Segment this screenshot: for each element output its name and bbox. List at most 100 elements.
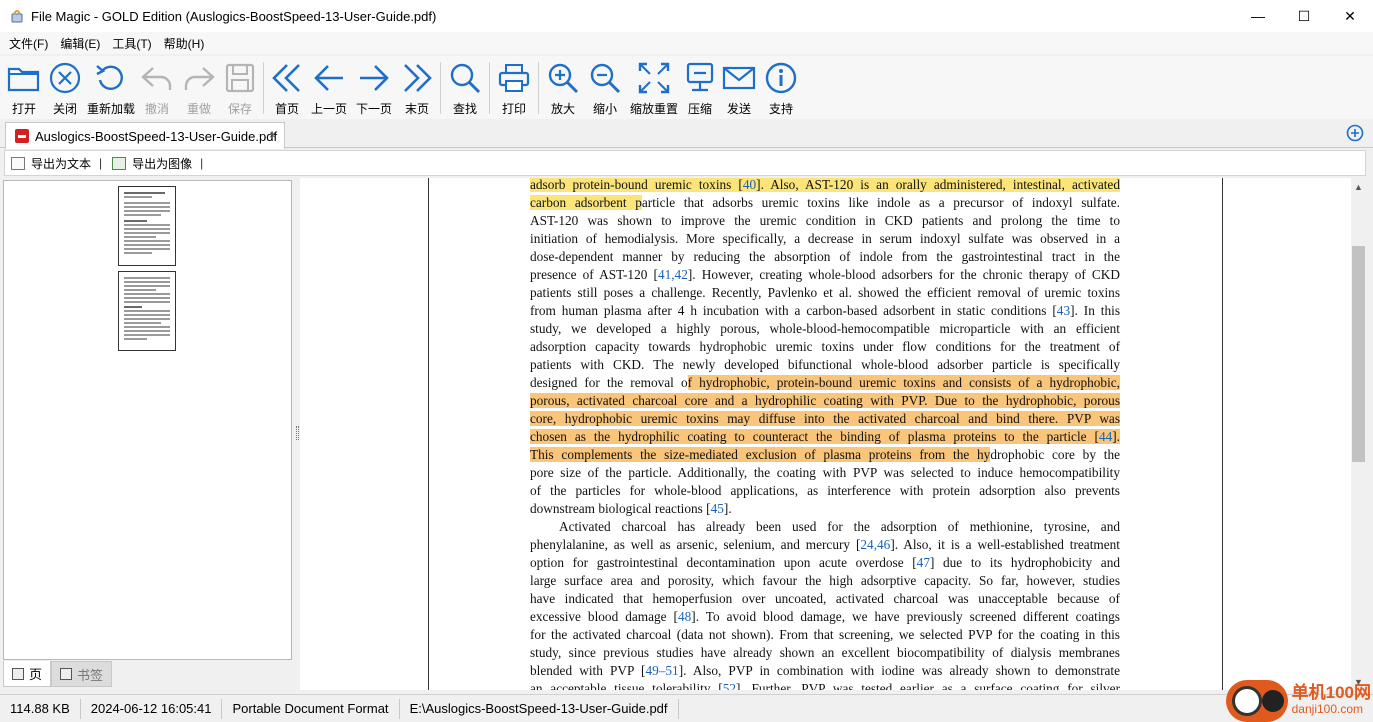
text-line: initiation of hemodialysis. More specifi… [530, 231, 1120, 246]
fit-screen-icon [638, 62, 670, 94]
save-icon [225, 63, 255, 93]
compress-icon [686, 62, 714, 92]
close-button[interactable]: 关闭 [44, 56, 86, 118]
search-icon [450, 63, 481, 94]
redo-button[interactable]: 重做 [178, 56, 220, 118]
status-file-size: 114.88 KB [0, 698, 81, 719]
text-line: of the particles for whole-blood applica… [530, 483, 1120, 498]
page-edge-left [428, 178, 429, 690]
text-line: from human plasma after 4 h incubation w… [530, 303, 1120, 318]
export-as-image-button[interactable]: 导出为图像 [112, 155, 192, 172]
support-button[interactable]: 支持 [760, 56, 802, 118]
arrow-right-icon [360, 65, 389, 91]
maximize-button[interactable]: ☐ [1281, 0, 1327, 32]
envelope-icon [722, 66, 756, 90]
reload-button[interactable]: 重新加载 [86, 56, 136, 118]
folder-icon [7, 67, 40, 92]
save-button[interactable]: 保存 [220, 56, 260, 118]
undo-button[interactable]: 撤消 [136, 56, 178, 118]
export-bar: 导出为文本 | 导出为图像 | [4, 150, 1366, 176]
menu-help[interactable]: 帮助(H) [159, 35, 210, 52]
add-tab-icon[interactable] [1346, 124, 1364, 142]
text-line: AST-120 was shown to improve the uremic … [530, 213, 1120, 228]
prev-page-button[interactable]: 上一页 [307, 56, 351, 118]
text-line: This complements the size-mediated exclu… [530, 447, 1120, 462]
text-line: large surface area and porosity, which f… [530, 573, 1120, 588]
first-page-button[interactable]: 首页 [267, 56, 307, 118]
status-format: Portable Document Format [222, 698, 400, 719]
text-line: pore size of the particle. Additionally,… [530, 465, 1120, 480]
separator: | [99, 156, 103, 170]
text-line: adsorb protein-bound uremic toxins [40].… [530, 178, 1120, 192]
reload-icon [96, 65, 123, 90]
panel-splitter[interactable] [296, 426, 299, 440]
toolbar-separator [263, 62, 264, 114]
export-as-text-button[interactable]: 导出为文本 [11, 155, 91, 172]
zoom-in-icon [548, 63, 579, 94]
document-tab-label: Auslogics-BoostSpeed-13-User-Guide.pdf [35, 128, 278, 144]
page-thumbnail-1[interactable] [118, 186, 176, 266]
watermark-url: danji100.com [1291, 702, 1364, 716]
text-line: presence of AST-120 [41,42]. However, cr… [530, 267, 1120, 282]
thumbnail-panel [3, 180, 292, 660]
text-line: patients with CKD. The newly developed b… [530, 357, 1120, 372]
arrow-left-icon [314, 65, 343, 91]
double-chevron-right-icon [404, 64, 432, 92]
text-line: study, since previous studies have alrea… [530, 645, 1120, 660]
pdf-file-icon [15, 129, 29, 143]
watermark-logo-icon [1225, 680, 1288, 722]
text-line: Activated charcoal has already been used… [559, 519, 1120, 534]
image-icon [112, 156, 127, 170]
send-button[interactable]: 发送 [718, 56, 760, 118]
menu-tools[interactable]: 工具(T) [107, 35, 156, 52]
menu-file[interactable]: 文件(F) [4, 35, 53, 52]
document-tab[interactable]: Auslogics-BoostSpeed-13-User-Guide.pdf × [5, 122, 285, 149]
zoom-in-button[interactable]: 放大 [542, 56, 584, 118]
bookmark-icon [60, 668, 73, 680]
compress-button[interactable]: 压缩 [682, 56, 718, 118]
text-document-icon [11, 156, 25, 170]
text-line: have indicated that hemoperfusion over u… [530, 591, 1120, 606]
text-line: designed for the removal of hydrophobic,… [530, 375, 1120, 390]
text-line: carbon adsorbent particle that adsorbs u… [530, 195, 1120, 210]
text-line: study, we developed a highly porous, who… [530, 321, 1120, 336]
find-button[interactable]: 查找 [444, 56, 486, 118]
tab-bookmarks[interactable]: 书签 [51, 661, 113, 687]
next-page-button[interactable]: 下一页 [351, 56, 397, 118]
last-page-button[interactable]: 末页 [397, 56, 437, 118]
menu-bar: 文件(F) 编辑(E) 工具(T) 帮助(H) [0, 32, 1373, 54]
document-viewer[interactable]: adsorb protein-bound uremic toxins [40].… [300, 178, 1351, 690]
open-button[interactable]: 打开 [4, 56, 44, 118]
minimize-button[interactable]: — [1235, 0, 1281, 32]
text-line: core, hydrophobic uremic toxins may diff… [530, 411, 1120, 426]
zoom-out-button[interactable]: 缩小 [584, 56, 626, 118]
title-bar: File Magic - GOLD Edition (Auslogics-Boo… [0, 0, 1373, 32]
status-date: 2024-06-12 16:05:41 [81, 698, 223, 719]
tab-close-icon[interactable]: × [269, 128, 276, 142]
undo-icon [141, 67, 172, 90]
page-thumbnail-2[interactable] [118, 271, 176, 351]
text-line: for the activated charcoal (data not sho… [530, 627, 1120, 642]
toolbar-separator [489, 62, 490, 114]
menu-edit[interactable]: 编辑(E) [55, 35, 105, 52]
tab-pages[interactable]: 页 [3, 661, 52, 687]
side-panel-tabs: 页 书签 [3, 661, 113, 689]
redo-icon [184, 67, 215, 90]
zoom-reset-button[interactable]: 缩放重置 [626, 56, 682, 118]
watermark: 单机100网 danji100.com [1225, 680, 1371, 722]
text-line: downstream biological reactions [45]. [530, 501, 732, 516]
watermark-brand: 单机100网 [1291, 683, 1371, 702]
scrollbar-thumb[interactable] [1352, 246, 1365, 462]
toolbar-separator [440, 62, 441, 114]
vertical-scrollbar[interactable]: ▲ ▼ [1351, 178, 1366, 690]
print-button[interactable]: 打印 [493, 56, 535, 118]
text-line: adsorption capacity towards hydrophobic … [530, 339, 1120, 354]
pages-icon [12, 667, 24, 680]
text-line: phenylalanine, as well as arsenic, selen… [530, 537, 1120, 552]
double-chevron-left-icon [272, 64, 300, 92]
document-tab-strip: Auslogics-BoostSpeed-13-User-Guide.pdf × [0, 120, 1373, 149]
text-line: patients still poses a challenge. Recent… [530, 285, 1120, 300]
close-window-button[interactable]: ✕ [1327, 0, 1373, 32]
text-line: blended with PVP [49–51]. Also, PVP in c… [530, 663, 1120, 678]
scroll-up-icon[interactable]: ▲ [1351, 180, 1366, 195]
